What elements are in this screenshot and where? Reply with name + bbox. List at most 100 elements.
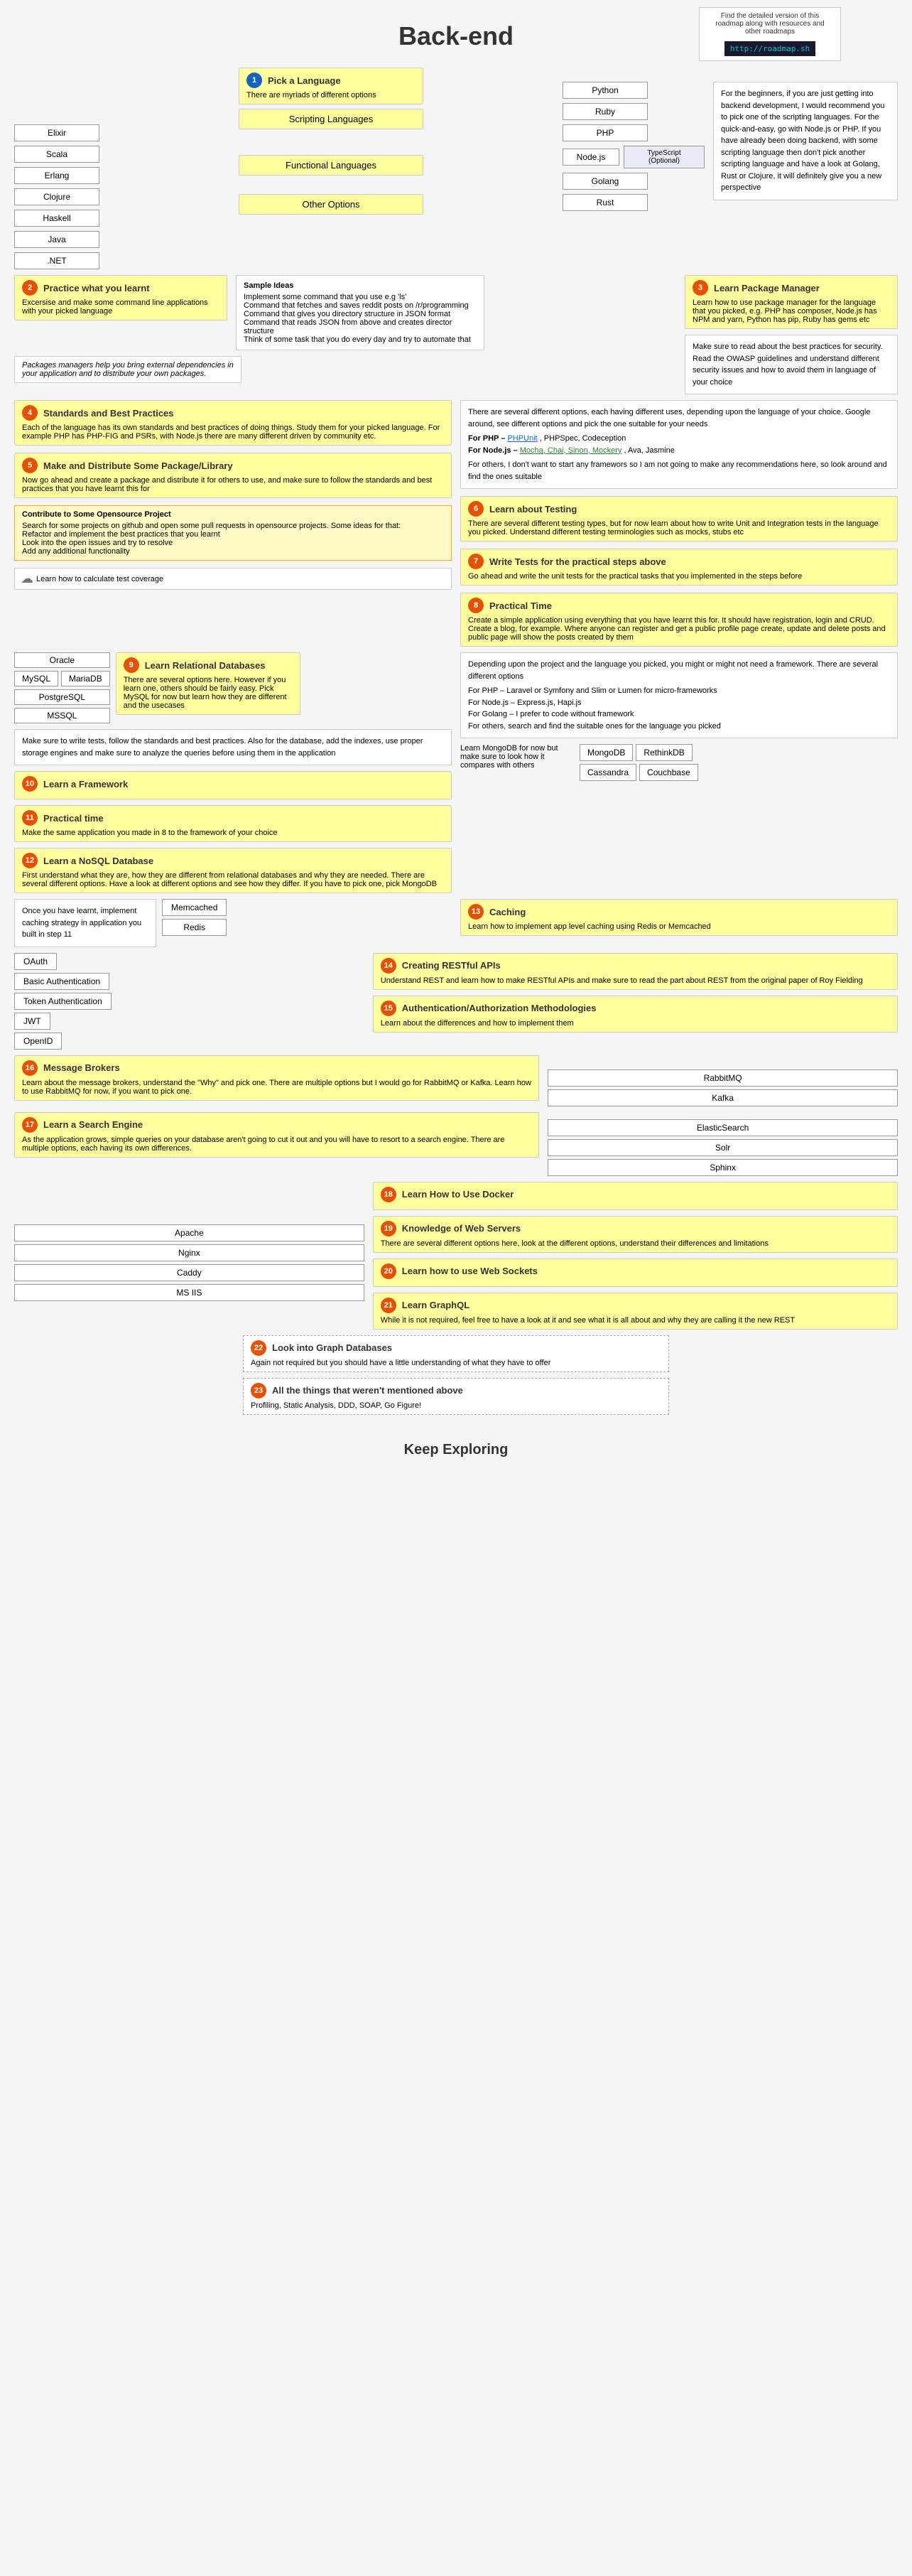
lang-rust: Rust bbox=[563, 194, 648, 211]
step13-circle: 13 bbox=[468, 904, 484, 920]
step18-box: 18 Learn How to Use Docker bbox=[373, 1182, 898, 1210]
step2-title: Practice what you learnt bbox=[43, 283, 150, 293]
step17-circle: 17 bbox=[22, 1117, 38, 1133]
step9-circle: 9 bbox=[124, 657, 139, 673]
step2-subtitle: Excersise and make some command line app… bbox=[22, 298, 219, 316]
step17-text: As the application grows, simple queries… bbox=[22, 1136, 531, 1153]
nosql-couchbase: Couchbase bbox=[639, 764, 698, 781]
step17-title: Learn a Search Engine bbox=[43, 1119, 143, 1130]
sample-idea-4: Think of some task that you do every day… bbox=[244, 335, 477, 344]
step21-circle: 21 bbox=[381, 1298, 396, 1313]
contribute-item-0: Refactor and implement the best practice… bbox=[22, 530, 444, 539]
broker-rabbitmq: RabbitMQ bbox=[548, 1069, 898, 1087]
step12-title: Learn a NoSQL Database bbox=[43, 856, 153, 866]
step21-text: While it is not required, feel free to h… bbox=[381, 1316, 890, 1325]
step15-text: Learn about the differences and how to i… bbox=[381, 1019, 890, 1028]
roadmap-url[interactable]: http://roadmap.sh bbox=[724, 41, 816, 56]
sample-idea-2: Command that gives you directory structu… bbox=[244, 310, 477, 318]
step2-section: 2 Practice what you learnt Excersise and… bbox=[14, 275, 898, 394]
step20-box: 20 Learn how to use Web Sockets bbox=[373, 1259, 898, 1287]
nosql-learn-label: Learn MongoDB for now but make sure to l… bbox=[460, 744, 574, 770]
step22-box: 22 Look into Graph Databases Again not r… bbox=[243, 1335, 669, 1372]
step16-text: Learn about the message brokers, underst… bbox=[22, 1079, 531, 1096]
step1-note: For the beginners, if you are just getti… bbox=[713, 82, 898, 200]
step8-text: Create a simple application using everyt… bbox=[468, 616, 890, 642]
footer: Keep Exploring bbox=[14, 1421, 898, 1472]
server-apache: Apache bbox=[14, 1224, 364, 1241]
functional-label: Functional Languages bbox=[239, 155, 423, 176]
step15-box: 15 Authentication/Authorization Methodol… bbox=[373, 996, 898, 1033]
contribute-title: Contribute to Some Opensource Project bbox=[22, 510, 444, 519]
step6-box: 6 Learn about Testing There are several … bbox=[460, 496, 898, 541]
nosql-mongodb: MongoDB bbox=[580, 744, 633, 761]
step11-title: Practical time bbox=[43, 813, 104, 824]
db-mysql: MySQL bbox=[14, 671, 58, 686]
step7-circle: 7 bbox=[468, 554, 484, 569]
lang-golang: Golang bbox=[563, 173, 648, 190]
step3-text: Learn how to use package manager for the… bbox=[693, 298, 890, 324]
step12-box: 12 Learn a NoSQL Database First understa… bbox=[14, 848, 452, 893]
phpunit-link: PHPUnit bbox=[507, 434, 537, 443]
step10-box: 10 Learn a Framework bbox=[14, 771, 452, 799]
step11-box: 11 Practical time Make the same applicat… bbox=[14, 805, 452, 842]
lang-php: PHP bbox=[563, 124, 648, 141]
lang-clojure: Clojure bbox=[14, 188, 99, 205]
step9-box: 9 Learn Relational Databases There are s… bbox=[116, 652, 300, 715]
auth-openid: OpenID bbox=[14, 1033, 62, 1050]
step16-title: Message Brokers bbox=[43, 1062, 120, 1073]
caching-note: Once you have learnt, implement caching … bbox=[14, 899, 156, 947]
roadmap-info-text: Find the detailed version of this roadma… bbox=[707, 12, 833, 36]
search-solr: Solr bbox=[548, 1139, 898, 1156]
step3-box: 3 Learn Package Manager Learn how to use… bbox=[685, 275, 898, 329]
broker-kafka: Kafka bbox=[548, 1089, 898, 1106]
step12-text: First understand what they are, how they… bbox=[22, 871, 444, 888]
lang-elixir: Elixir bbox=[14, 124, 99, 141]
step21-box: 21 Learn GraphQL While it is not require… bbox=[373, 1293, 898, 1330]
search-sphinx: Sphinx bbox=[548, 1159, 898, 1176]
step5-title: Make and Distribute Some Package/Library bbox=[43, 460, 233, 471]
step4-circle: 4 bbox=[22, 405, 38, 421]
step14-circle: 14 bbox=[381, 958, 396, 974]
step1-title: Pick a Language bbox=[268, 75, 341, 86]
step19-box: 19 Knowledge of Web Servers There are se… bbox=[373, 1216, 898, 1253]
lang-typescript: TypeScript (Optional) bbox=[624, 146, 705, 168]
step10-circle: 10 bbox=[22, 776, 38, 792]
step1-section: Elixir Scala Erlang Clojure Haskell Java… bbox=[14, 68, 898, 269]
lang-java: Java bbox=[14, 231, 99, 248]
lang-scala: Scala bbox=[14, 146, 99, 163]
step20-title: Learn how to use Web Sockets bbox=[402, 1266, 538, 1276]
step8-circle: 8 bbox=[468, 598, 484, 613]
step13-box: 13 Caching Learn how to implement app le… bbox=[460, 899, 898, 936]
db-mssql: MSSQL bbox=[14, 708, 110, 723]
header: Find the detailed version of this roadma… bbox=[14, 7, 898, 62]
lang-haskell: Haskell bbox=[14, 210, 99, 227]
step14-text: Understand REST and learn how to make RE… bbox=[381, 976, 890, 985]
auth-oauth: OAuth bbox=[14, 953, 57, 970]
framework-note: Depending upon the project and the langu… bbox=[460, 652, 898, 738]
step13-text: Learn how to implement app level caching… bbox=[468, 922, 890, 931]
step15-title: Authentication/Authorization Methodologi… bbox=[402, 1003, 597, 1013]
step4-box: 4 Standards and Best Practices Each of t… bbox=[14, 400, 452, 446]
step16-circle: 16 bbox=[22, 1060, 38, 1076]
step1-circle: 1 bbox=[246, 72, 262, 88]
step16-box: 16 Message Brokers Learn about the messa… bbox=[14, 1055, 539, 1101]
lang-erlang: Erlang bbox=[14, 167, 99, 184]
step3-circle: 3 bbox=[693, 280, 708, 296]
roadmap-info-box: Find the detailed version of this roadma… bbox=[699, 7, 841, 61]
contribute-item-2: Add any additional functionality bbox=[22, 547, 444, 556]
sample-idea-3: Command that reads JSON from above and c… bbox=[244, 318, 477, 335]
step7-title: Write Tests for the practical steps abov… bbox=[489, 556, 666, 567]
db-oracle: Oracle bbox=[14, 652, 110, 668]
nosql-cassandra: Cassandra bbox=[580, 764, 636, 781]
step5-circle: 5 bbox=[22, 458, 38, 473]
packages-note: Packages managers help you bring externa… bbox=[14, 356, 241, 383]
auth-jwt: JWT bbox=[14, 1013, 50, 1030]
docker-webserver-section: Apache Nginx Caddy MS IIS 18 Learn How t… bbox=[14, 1182, 898, 1330]
step3-title: Learn Package Manager bbox=[714, 283, 820, 293]
lang-python: Python bbox=[563, 82, 648, 99]
step13-title: Caching bbox=[489, 907, 526, 917]
options-section: 4 Standards and Best Practices Each of t… bbox=[14, 400, 898, 647]
step6-text: There are several different testing type… bbox=[468, 519, 890, 537]
contribute-box: Contribute to Some Opensource Project Se… bbox=[14, 505, 452, 561]
db-postgresql: PostgreSQL bbox=[14, 689, 110, 705]
